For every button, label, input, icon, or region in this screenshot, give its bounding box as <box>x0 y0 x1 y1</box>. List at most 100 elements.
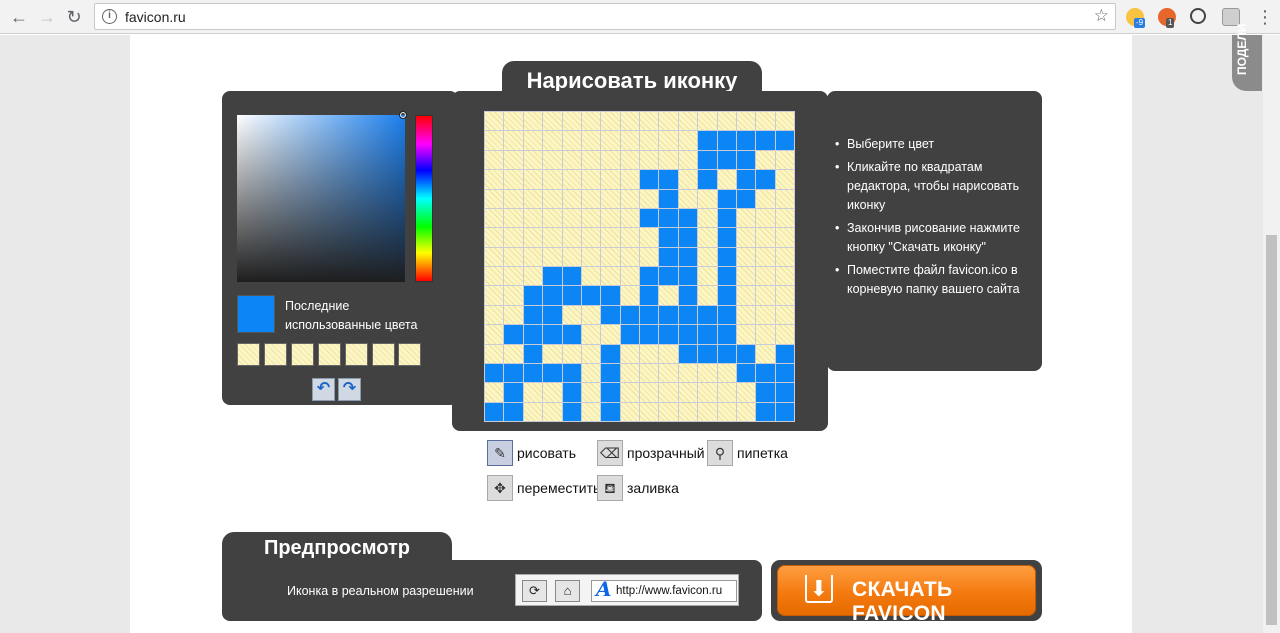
grid-cell[interactable] <box>756 131 775 150</box>
grid-cell[interactable] <box>698 325 717 344</box>
grid-cell[interactable] <box>504 228 523 247</box>
grid-cell[interactable] <box>717 131 736 150</box>
grid-cell[interactable] <box>581 112 601 131</box>
grid-cell[interactable] <box>601 344 620 363</box>
grid-cell[interactable] <box>640 267 659 286</box>
grid-cell[interactable] <box>601 286 620 305</box>
grid-cell[interactable] <box>523 112 543 131</box>
grid-cell[interactable] <box>543 150 562 170</box>
grid-cell[interactable] <box>504 189 523 208</box>
grid-cell[interactable] <box>775 344 794 363</box>
grid-cell[interactable] <box>640 189 659 208</box>
grid-cell[interactable] <box>698 228 717 247</box>
grid-cell[interactable] <box>620 363 639 383</box>
grid-cell[interactable] <box>640 383 659 402</box>
grid-cell[interactable] <box>717 267 736 286</box>
grid-cell[interactable] <box>485 189 504 208</box>
grid-cell[interactable] <box>523 208 543 228</box>
grid-cell[interactable] <box>485 286 504 305</box>
grid-cell[interactable] <box>640 170 659 189</box>
grid-cell[interactable] <box>640 402 659 421</box>
grid-cell[interactable] <box>659 325 678 344</box>
grid-cell[interactable] <box>756 383 775 402</box>
grid-cell[interactable] <box>640 208 659 228</box>
back-button[interactable]: ← <box>8 6 30 28</box>
grid-cell[interactable] <box>485 228 504 247</box>
grid-cell[interactable] <box>562 131 581 150</box>
grid-cell[interactable] <box>717 228 736 247</box>
grid-cell[interactable] <box>736 402 756 421</box>
grid-cell[interactable] <box>756 402 775 421</box>
grid-cell[interactable] <box>504 344 523 363</box>
grid-cell[interactable] <box>678 228 698 247</box>
grid-cell[interactable] <box>601 208 620 228</box>
grid-cell[interactable] <box>543 131 562 150</box>
grid-cell[interactable] <box>620 131 639 150</box>
grid-cell[interactable] <box>485 325 504 344</box>
grid-cell[interactable] <box>504 131 523 150</box>
grid-cell[interactable] <box>601 112 620 131</box>
grid-cell[interactable] <box>523 189 543 208</box>
grid-cell[interactable] <box>504 402 523 421</box>
grid-cell[interactable] <box>717 344 736 363</box>
grid-cell[interactable] <box>581 131 601 150</box>
grid-cell[interactable] <box>485 170 504 189</box>
grid-cell[interactable] <box>543 363 562 383</box>
grid-cell[interactable] <box>659 286 678 305</box>
grid-cell[interactable] <box>736 363 756 383</box>
grid-cell[interactable] <box>485 383 504 402</box>
grid-cell[interactable] <box>620 208 639 228</box>
redo-button[interactable]: ↷ <box>338 378 361 401</box>
grid-cell[interactable] <box>523 247 543 266</box>
grid-cell[interactable] <box>775 228 794 247</box>
grid-cell[interactable] <box>698 208 717 228</box>
grid-cell[interactable] <box>775 170 794 189</box>
grid-cell[interactable] <box>543 267 562 286</box>
grid-cell[interactable] <box>562 325 581 344</box>
grid-cell[interactable] <box>523 267 543 286</box>
grid-cell[interactable] <box>523 325 543 344</box>
grid-cell[interactable] <box>640 344 659 363</box>
grid-cell[interactable] <box>601 189 620 208</box>
grid-cell[interactable] <box>717 170 736 189</box>
grid-cell[interactable] <box>640 131 659 150</box>
grid-cell[interactable] <box>678 150 698 170</box>
grid-cell[interactable] <box>659 208 678 228</box>
grid-cell[interactable] <box>698 131 717 150</box>
recent-color-swatch[interactable] <box>345 343 368 366</box>
grid-cell[interactable] <box>562 208 581 228</box>
grid-cell[interactable] <box>543 344 562 363</box>
grid-cell[interactable] <box>581 305 601 325</box>
recent-color-swatch[interactable] <box>398 343 421 366</box>
grid-cell[interactable] <box>485 267 504 286</box>
grid-cell[interactable] <box>562 286 581 305</box>
grid-cell[interactable] <box>581 150 601 170</box>
grid-cell[interactable] <box>775 247 794 266</box>
grid-cell[interactable] <box>543 112 562 131</box>
grid-cell[interactable] <box>562 363 581 383</box>
grid-cell[interactable] <box>678 344 698 363</box>
search-extension-icon[interactable] <box>1190 8 1206 24</box>
grid-cell[interactable] <box>698 247 717 266</box>
grid-cell[interactable] <box>736 189 756 208</box>
grid-cell[interactable] <box>543 383 562 402</box>
grid-cell[interactable] <box>717 383 736 402</box>
grid-cell[interactable] <box>659 131 678 150</box>
extension-icon[interactable]: 1 <box>1158 8 1176 28</box>
grid-cell[interactable] <box>601 402 620 421</box>
recent-color-swatch[interactable] <box>318 343 341 366</box>
grid-cell[interactable] <box>736 247 756 266</box>
grid-cell[interactable] <box>736 267 756 286</box>
grid-cell[interactable] <box>678 170 698 189</box>
grid-cell[interactable] <box>601 325 620 344</box>
hue-slider[interactable] <box>415 115 433 282</box>
grid-cell[interactable] <box>756 228 775 247</box>
grid-cell[interactable] <box>620 112 639 131</box>
grid-cell[interactable] <box>736 344 756 363</box>
grid-cell[interactable] <box>562 228 581 247</box>
grid-cell[interactable] <box>562 305 581 325</box>
share-tab[interactable]: ПОДЕЛИ <box>1232 24 1262 91</box>
grid-cell[interactable] <box>620 286 639 305</box>
grid-cell[interactable] <box>698 363 717 383</box>
recent-color-swatch[interactable] <box>372 343 395 366</box>
